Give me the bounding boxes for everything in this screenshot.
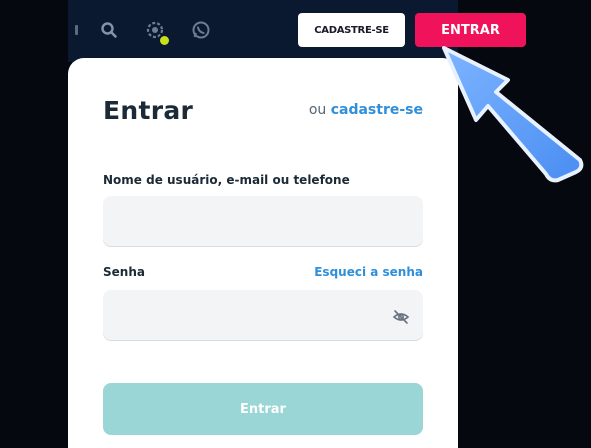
password-label: Senha — [103, 265, 145, 279]
signup-prompt-prefix: ou — [308, 102, 327, 118]
username-label: Nome de usuário, e-mail ou telefone — [103, 173, 350, 187]
signup-link[interactable]: cadastre-se — [331, 102, 423, 118]
submit-button[interactable]: Entrar — [103, 383, 423, 435]
forgot-password-link[interactable]: Esqueci a senha — [314, 265, 423, 279]
partial-icon[interactable] — [62, 17, 88, 43]
gift-icon[interactable] — [142, 17, 169, 45]
username-input[interactable] — [103, 196, 423, 246]
signup-prompt: ou cadastre-se — [309, 102, 423, 118]
notification-badge — [160, 36, 169, 45]
pointer-arrow-icon — [442, 46, 584, 183]
login-panel: Entrar ou cadastre-se Nome de usuário, e… — [68, 58, 458, 448]
top-nav-bar: CADASTRE-SE ENTRAR — [68, 0, 526, 62]
eye-slash-icon[interactable] — [392, 308, 410, 326]
password-input[interactable] — [103, 290, 423, 340]
whatsapp-icon[interactable] — [188, 17, 214, 43]
search-icon[interactable] — [96, 17, 122, 43]
panel-title: Entrar — [103, 96, 194, 125]
signup-button[interactable]: CADASTRE-SE — [298, 13, 405, 47]
